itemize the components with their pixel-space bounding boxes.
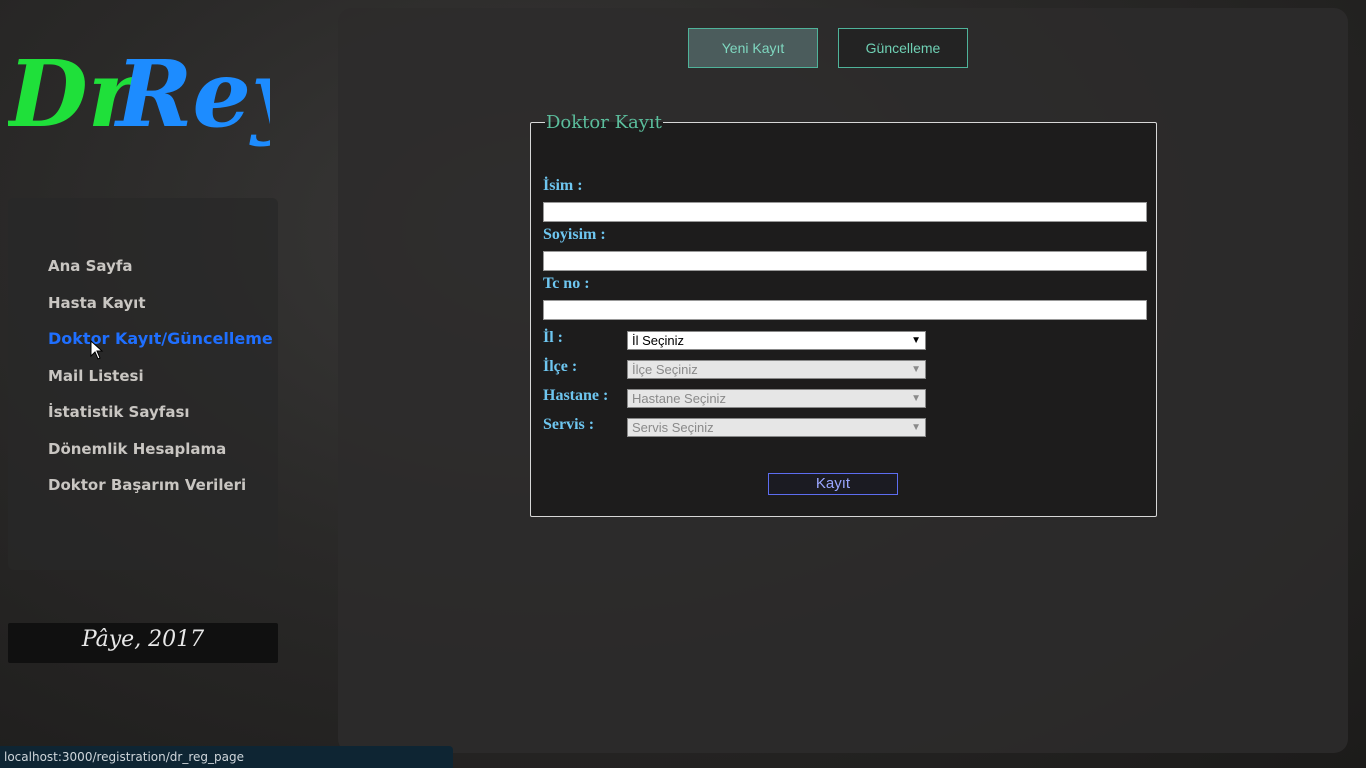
surname-label: Soyisim : — [543, 226, 606, 243]
district-select[interactable]: İlçe Seçiniz ▼ — [627, 360, 926, 379]
tab-guncelleme[interactable]: Güncelleme — [838, 28, 968, 68]
sidebar-item-istatistik[interactable]: İstatistik Sayfası — [48, 402, 273, 439]
hospital-label: Hastane : — [543, 387, 609, 404]
tc-label: Tc no : — [543, 275, 590, 292]
service-label: Servis : — [543, 416, 595, 433]
submit-button[interactable]: Kayıt — [768, 473, 898, 495]
sidebar: Ana Sayfa Hasta Kayıt Doktor Kayıt/Günce… — [8, 198, 278, 570]
sidebar-item-basarim[interactable]: Doktor Başarım Verileri — [48, 475, 273, 512]
tab-yeni-kayit[interactable]: Yeni Kayıt — [688, 28, 818, 68]
tc-input[interactable] — [543, 300, 1147, 320]
city-label: İl : — [543, 329, 563, 346]
dropdown-arrow-icon: ▼ — [911, 364, 921, 375]
name-input[interactable] — [543, 202, 1147, 222]
sidebar-footer: Pâye, 2017 — [8, 623, 278, 663]
service-select-value: Servis Seçiniz — [632, 420, 714, 435]
dropdown-arrow-icon: ▼ — [911, 393, 921, 404]
district-select-value: İlçe Seçiniz — [632, 362, 698, 377]
sidebar-item-ana-sayfa[interactable]: Ana Sayfa — [48, 256, 273, 293]
city-select-value: İl Seçiniz — [632, 333, 685, 348]
surname-input[interactable] — [543, 251, 1147, 271]
sidebar-item-hasta-kayit[interactable]: Hasta Kayıt — [48, 293, 273, 330]
main-panel: Yeni Kayıt Güncelleme Doktor Kayıt İsim … — [338, 8, 1348, 753]
mouse-cursor-icon — [90, 340, 104, 360]
logo-text-rey: Rey — [113, 40, 270, 148]
sidebar-item-doktor-kayit[interactable]: Doktor Kayıt/Güncelleme — [48, 329, 273, 366]
sidebar-item-mail-listesi[interactable]: Mail Listesi — [48, 366, 273, 403]
hospital-select-value: Hastane Seçiniz — [632, 391, 726, 406]
name-label: İsim : — [543, 177, 583, 194]
dropdown-arrow-icon: ▼ — [911, 335, 921, 346]
doctor-registration-form: Doktor Kayıt İsim : Soyisim : Tc no : İl… — [530, 112, 1157, 517]
sidebar-nav: Ana Sayfa Hasta Kayıt Doktor Kayıt/Günce… — [48, 256, 273, 512]
district-label: İlçe : — [543, 358, 578, 375]
sidebar-item-donemlik[interactable]: Dönemlik Hesaplama — [48, 439, 273, 476]
form-title: Doktor Kayıt — [546, 112, 662, 133]
service-select[interactable]: Servis Seçiniz ▼ — [627, 418, 926, 437]
browser-status-url: localhost:3000/registration/dr_reg_page — [0, 746, 453, 768]
dropdown-arrow-icon: ▼ — [911, 422, 921, 433]
city-select[interactable]: İl Seçiniz ▼ — [627, 331, 926, 350]
hospital-select[interactable]: Hastane Seçiniz ▼ — [627, 389, 926, 408]
drrey-logo: Dr Rey — [8, 40, 270, 148]
